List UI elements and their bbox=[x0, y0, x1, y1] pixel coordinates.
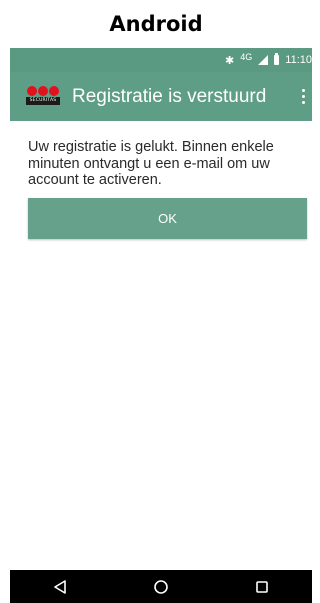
securitas-logo: SECURITAS bbox=[26, 85, 60, 108]
recents-square-icon[interactable] bbox=[242, 570, 282, 603]
phone-screen: ✱ 4G 11:10 SECURITAS Registratie is vers… bbox=[10, 48, 312, 603]
confirmation-message: Uw registratie is gelukt. Binnen enkele … bbox=[28, 139, 274, 188]
overflow-menu-icon[interactable] bbox=[296, 85, 310, 109]
network-type: 4G bbox=[240, 52, 253, 62]
app-bar: SECURITAS Registratie is verstuurd bbox=[10, 72, 312, 121]
platform-caption: Android bbox=[109, 12, 203, 36]
status-time: 11:10 bbox=[285, 54, 312, 66]
bluetooth-icon: ✱ bbox=[225, 54, 235, 67]
battery-icon bbox=[274, 53, 280, 65]
signal-icon bbox=[258, 55, 269, 65]
page-title: Registratie is verstuurd bbox=[72, 85, 267, 107]
home-circle-icon[interactable] bbox=[141, 570, 181, 603]
navigation-bar bbox=[10, 570, 312, 603]
status-bar: ✱ 4G 11:10 bbox=[10, 48, 312, 72]
back-triangle-icon[interactable] bbox=[40, 570, 80, 603]
ok-button[interactable]: OK bbox=[28, 198, 307, 239]
